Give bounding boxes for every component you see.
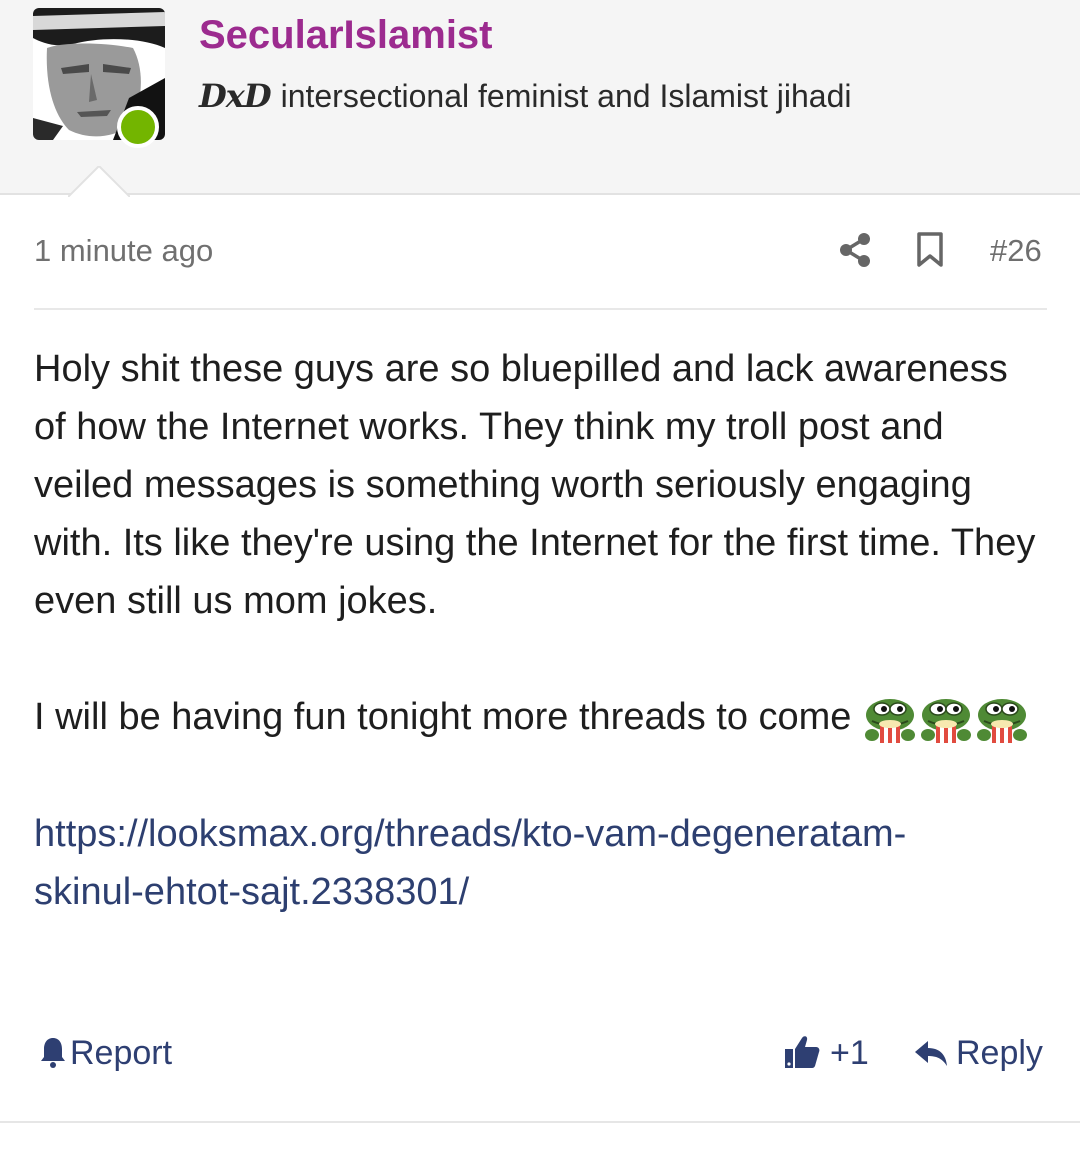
post-container: SecularIslamist DxD intersectional femini… (0, 0, 1080, 1151)
bell-icon (41, 1038, 65, 1068)
share-icon[interactable] (838, 232, 872, 268)
bookmark-icon[interactable] (916, 232, 944, 268)
reply-arrow-icon (915, 1041, 947, 1066)
post-paragraph: I will be having fun tonight more thread… (34, 688, 1050, 747)
post-paragraph: Holy shit these guys are so bluepilled a… (34, 348, 1036, 622)
post-timestamp[interactable]: 1 minute ago (34, 232, 213, 270)
post-link-part1: https://looksmax.org/threads/kto-vam-deg… (34, 813, 907, 855)
online-status-indicator (117, 106, 159, 148)
user-title: DxD intersectional feminist and Islamist … (199, 77, 852, 115)
post-body: Holy shit these guys are so bluepilled a… (34, 340, 1054, 921)
post-link-paragraph: https://looksmax.org/threads/kto-vam-deg… (34, 805, 1054, 921)
pepe-popcorn-emoji-icon (865, 699, 916, 743)
post-number[interactable]: #26 (990, 232, 1042, 270)
post-paragraph-text: I will be having fun tonight more thread… (34, 696, 852, 738)
reply-label: Reply (956, 1034, 1043, 1072)
user-header: SecularIslamist DxD intersectional femini… (0, 0, 1080, 197)
thumbs-up-icon (785, 1036, 820, 1068)
report-label: Report (70, 1034, 173, 1072)
post-link-part2: skinul-ehtot-sajt.2338301/ (34, 871, 470, 913)
divider (34, 308, 1047, 310)
username[interactable]: SecularIslamist (199, 12, 493, 58)
post-link[interactable]: https://looksmax.org/threads/kto-vam-deg… (34, 813, 906, 913)
user-title-prefix: DxD (199, 77, 272, 115)
like-count: +1 (830, 1034, 869, 1072)
divider (0, 1121, 1080, 1123)
report-button[interactable]: Report (40, 1033, 172, 1073)
like-button[interactable]: +1 (784, 1033, 869, 1073)
user-title-text: intersectional feminist and Islamist jih… (280, 78, 852, 114)
reply-button[interactable]: Reply (914, 1033, 1043, 1073)
pepe-popcorn-emoji-icon (977, 699, 1028, 743)
header-pointer (68, 166, 130, 197)
pepe-popcorn-emoji-icon (921, 699, 972, 743)
